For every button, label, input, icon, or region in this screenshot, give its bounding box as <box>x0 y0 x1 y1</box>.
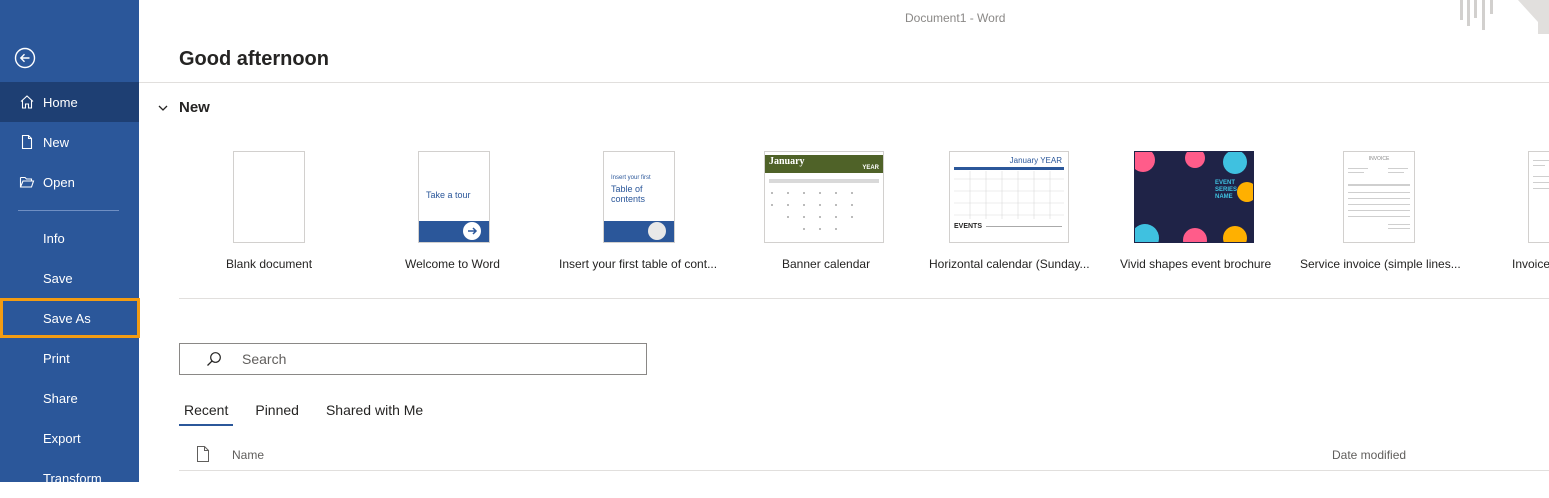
thumb-text: Table of contents <box>611 184 646 204</box>
template-blank-document[interactable]: Blank document <box>226 151 312 271</box>
column-header-date-modified[interactable]: Date modified <box>1332 448 1406 462</box>
template-thumbnail: January YEAR EVENTS <box>949 151 1069 243</box>
decorative-pattern-icon <box>1460 0 1549 34</box>
sidebar-item-transform[interactable]: Transform <box>0 458 139 498</box>
sidebar-item-print[interactable]: Print <box>0 338 139 378</box>
template-thumbnail: Insert your first Table of contents <box>603 151 675 243</box>
window-title: Document1 - Word <box>905 11 1006 25</box>
template-banner-calendar[interactable]: January YEAR Banner calendar <box>764 151 884 271</box>
sidebar-item-label: Save As <box>43 310 91 326</box>
template-vivid-shapes-brochure[interactable]: EVENT SERIES NAME Vivid shapes event bro… <box>1120 151 1271 271</box>
divider <box>179 298 1549 299</box>
search-box[interactable] <box>179 343 647 375</box>
sidebar-item-label: New <box>43 134 70 150</box>
sidebar-item-label: Info <box>43 230 65 246</box>
backstage-sidebar: Home New Open Info Save Save As Print Sh… <box>0 0 140 486</box>
template-thumbnail: Take a tour <box>418 151 490 243</box>
template-label: Horizontal calendar (Sunday... <box>929 257 1090 271</box>
template-label: Blank document <box>226 257 313 271</box>
template-label: Invoice <box>1512 257 1549 271</box>
arrow-icon <box>463 222 481 240</box>
template-thumbnail <box>233 151 305 243</box>
divider <box>179 470 1549 471</box>
file-tabs: Recent Pinned Shared with Me <box>179 398 445 426</box>
sidebar-item-save[interactable]: Save <box>0 258 139 298</box>
sidebar-item-label: Transform <box>43 470 102 486</box>
sidebar-item-home[interactable]: Home <box>0 82 139 122</box>
tab-recent[interactable]: Recent <box>179 398 234 426</box>
template-label: Welcome to Word <box>405 257 500 271</box>
tab-shared-with-me[interactable]: Shared with Me <box>321 398 428 424</box>
new-document-icon <box>19 134 35 150</box>
search-icon <box>207 352 221 366</box>
tab-pinned[interactable]: Pinned <box>250 398 304 424</box>
sidebar-item-info[interactable]: Info <box>0 218 139 258</box>
sidebar-item-open[interactable]: Open <box>0 162 139 202</box>
thumb-text: INVOICE <box>1368 156 1390 162</box>
divider <box>139 82 1549 83</box>
section-title: New <box>179 99 210 116</box>
template-label: Insert your first table of cont... <box>559 257 718 271</box>
sidebar-item-label: Export <box>43 430 81 446</box>
home-icon <box>19 94 35 110</box>
template-service-invoice[interactable]: INVOICE Service invoice (simple lines... <box>1300 151 1461 271</box>
template-label: Vivid shapes event brochure <box>1120 257 1272 271</box>
sidebar-item-export[interactable]: Export <box>0 418 139 458</box>
template-table-of-contents[interactable]: Insert your first Table of contents Inse… <box>559 151 717 271</box>
template-welcome-to-word[interactable]: Take a tour Welcome to Word <box>405 151 500 271</box>
thumb-year: YEAR <box>1040 156 1062 165</box>
template-thumbnail <box>1528 151 1549 243</box>
thumb-year: YEAR <box>862 165 879 171</box>
table-icon <box>648 222 666 240</box>
page-title: Good afternoon <box>179 48 329 70</box>
template-invoice[interactable]: Invoice <box>1512 151 1549 271</box>
chevron-down-icon <box>158 105 168 111</box>
sidebar-item-label: Share <box>43 390 78 406</box>
thumb-events: EVENTS <box>954 223 983 230</box>
sidebar-item-label: Save <box>43 270 73 286</box>
thumb-text: EVENT SERIES NAME <box>1215 180 1238 200</box>
sidebar-item-label: Home <box>43 94 78 110</box>
document-icon <box>197 446 209 462</box>
thumb-month: January <box>1009 156 1039 165</box>
sidebar-item-new[interactable]: New <box>0 122 139 162</box>
template-thumbnail: EVENT SERIES NAME <box>1134 151 1254 243</box>
back-arrow-icon <box>14 47 36 69</box>
sidebar-item-save-as[interactable]: Save As <box>0 298 140 338</box>
template-horizontal-calendar[interactable]: January YEAR EVENTS Horizontal calendar … <box>929 151 1090 271</box>
sidebar-divider <box>18 210 119 211</box>
template-label: Service invoice (simple lines... <box>1300 257 1461 271</box>
sidebar-item-label: Open <box>43 174 75 190</box>
template-thumbnail: INVOICE <box>1343 151 1415 243</box>
search-input[interactable] <box>240 350 624 368</box>
template-label: Banner calendar <box>782 257 871 271</box>
thumb-month: January <box>769 156 805 167</box>
new-section-toggle[interactable]: New <box>157 99 210 116</box>
sidebar-item-share[interactable]: Share <box>0 378 139 418</box>
back-button[interactable] <box>14 47 36 69</box>
template-thumbnail: January YEAR <box>764 151 884 243</box>
folder-open-icon <box>19 174 35 190</box>
thumb-text: Insert your first <box>611 175 651 181</box>
thumb-text: Take a tour <box>426 190 471 200</box>
sidebar-item-label: Print <box>43 350 70 366</box>
column-header-name[interactable]: Name <box>232 448 264 462</box>
